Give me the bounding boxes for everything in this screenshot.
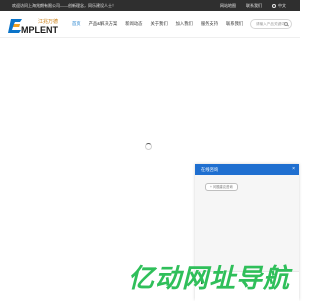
- search-icon[interactable]: [284, 22, 288, 26]
- watermark-logo: 亿动网址导航: [128, 264, 293, 292]
- nav-item-contact[interactable]: 联系我们: [226, 21, 243, 27]
- nav-item-home[interactable]: 首页: [72, 21, 81, 27]
- welcome-text: 欢迎访问上海兆朗有限公司——创新理念，同乐建设人士！: [12, 3, 116, 8]
- nav-item-news[interactable]: 新闻动态: [125, 21, 142, 27]
- chat-messages: + 问题建议咨询: [195, 175, 299, 271]
- language-switch[interactable]: 中文: [272, 3, 286, 9]
- site-header: 江兆万德 MPLENT 首页 产品&解决方案 新闻动态 关于我们 加入我们 服务…: [0, 11, 300, 38]
- language-label: 中文: [278, 3, 286, 8]
- nav-item-support[interactable]: 服务支持: [201, 21, 218, 27]
- main-nav: 首页 产品&解决方案 新闻动态 关于我们 加入我们 服务支持 联系我们: [72, 21, 243, 27]
- globe-icon: [272, 4, 276, 8]
- suggestion-chip[interactable]: + 问题建议咨询: [205, 183, 238, 191]
- chat-header: 在线咨询 ×: [195, 164, 299, 175]
- sitemap-link[interactable]: 网站地图: [220, 3, 236, 9]
- chat-title: 在线咨询: [201, 167, 219, 172]
- top-bar: 欢迎访问上海兆朗有限公司——创新理念，同乐建设人士！ 网站地图 联系我们 中文: [0, 0, 300, 11]
- brand-logo[interactable]: 江兆万德 MPLENT: [8, 14, 64, 36]
- watermark-text: 亿动网址导航: [128, 264, 293, 292]
- search-input[interactable]: 请输入产品关键词: [250, 19, 292, 29]
- contact-link[interactable]: 联系我们: [246, 3, 262, 9]
- nav-item-about[interactable]: 关于我们: [150, 21, 167, 27]
- logo-graphic: 江兆万德 MPLENT: [8, 18, 59, 35]
- logo-cn-text: 江兆万德: [38, 18, 58, 25]
- close-icon[interactable]: ×: [292, 166, 295, 172]
- search-placeholder: 请输入产品关键词: [256, 22, 285, 26]
- nav-item-join[interactable]: 加入我们: [176, 21, 193, 27]
- nav-item-products[interactable]: 产品&解决方案: [89, 21, 118, 27]
- top-links: 网站地图 联系我们 中文: [220, 3, 286, 9]
- loading-spinner-icon: [145, 143, 152, 150]
- logo-en-text: MPLENT: [21, 25, 59, 35]
